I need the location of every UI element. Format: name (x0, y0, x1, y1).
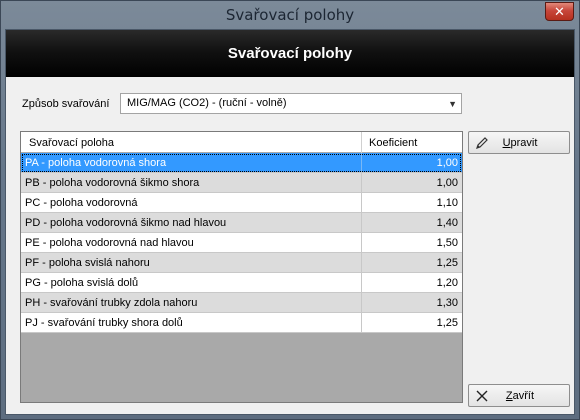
coefficient-cell: 1,00 (361, 153, 462, 172)
table-row[interactable]: PH - svařování trubky zdola nahoru 1,30 (21, 293, 462, 313)
table-row[interactable]: PF - poloha svislá nahoru 1,25 (21, 253, 462, 273)
table-row[interactable]: PA - poloha vodorovná shora 1,00 (21, 153, 462, 173)
coefficient-cell: 1,20 (361, 273, 462, 292)
dialog-window: Svařovací polohy ✕ Svařovací polohy Způs… (0, 0, 580, 420)
edit-button[interactable]: Upravit (468, 131, 570, 154)
welding-method-select[interactable]: MIG/MAG (CO2) - (ruční - volně) ▼ (120, 93, 462, 114)
window-title: Svařovací polohy (225, 6, 355, 24)
edit-button-label: Upravit (502, 136, 538, 149)
column-header-coefficient[interactable]: Koeficient (369, 137, 417, 149)
pencil-icon (469, 136, 491, 150)
table-row[interactable]: PG - poloha svislá dolů 1,20 (21, 273, 462, 293)
welding-method-label: Způsob svařování (22, 98, 110, 110)
position-cell: PC - poloha vodorovná (25, 197, 138, 209)
position-cell: PJ - svařování trubky shora dolů (25, 317, 183, 329)
position-cell: PD - poloha vodorovná šikmo nad hlavou (25, 217, 227, 229)
close-button-label: Zavřít (505, 389, 535, 402)
grid-rows: PA - poloha vodorovná shora 1,00 PB - po… (21, 153, 462, 333)
position-cell: PE - poloha vodorovná nad hlavou (25, 237, 194, 249)
window-close-button[interactable]: ✕ (545, 2, 574, 21)
table-row[interactable]: PB - poloha vodorovná šikmo shora 1,00 (21, 173, 462, 193)
close-button[interactable]: Zavřít (468, 384, 570, 407)
coefficient-cell: 1,40 (361, 213, 462, 232)
header-banner: Svařovací polohy (6, 30, 574, 77)
x-icon (469, 389, 491, 403)
coefficient-cell: 1,25 (361, 313, 462, 332)
coefficient-cell: 1,00 (361, 173, 462, 192)
table-row[interactable]: PE - poloha vodorovná nad hlavou 1,50 (21, 233, 462, 253)
position-cell: PF - poloha svislá nahoru (25, 257, 150, 269)
table-row[interactable]: PD - poloha vodorovná šikmo nad hlavou 1… (21, 213, 462, 233)
position-cell: PA - poloha vodorovná shora (25, 157, 167, 169)
coefficient-cell: 1,10 (361, 193, 462, 212)
grid-header: Svařovací poloha Koeficient (21, 132, 462, 153)
coefficient-cell: 1,30 (361, 293, 462, 312)
coefficient-cell: 1,25 (361, 253, 462, 272)
table-row[interactable]: PC - poloha vodorovná 1,10 (21, 193, 462, 213)
position-cell: PH - svařování trubky zdola nahoru (25, 297, 198, 309)
position-cell: PB - poloha vodorovná šikmo shora (25, 177, 200, 189)
column-header-position[interactable]: Svařovací poloha (29, 137, 114, 149)
dialog-client-area: Svařovací polohy Způsob svařování MIG/MA… (5, 29, 575, 415)
column-divider (361, 132, 362, 153)
title-bar[interactable]: Svařovací polohy ✕ (1, 1, 579, 29)
coefficient-cell: 1,50 (361, 233, 462, 252)
chevron-down-icon[interactable]: ▼ (448, 99, 457, 109)
table-row[interactable]: PJ - svařování trubky shora dolů 1,25 (21, 313, 462, 333)
welding-method-value: MIG/MAG (CO2) - (ruční - volně) (127, 97, 287, 109)
positions-grid[interactable]: Svařovací poloha Koeficient PA - poloha … (20, 131, 463, 403)
position-cell: PG - poloha svislá dolů (25, 277, 139, 289)
